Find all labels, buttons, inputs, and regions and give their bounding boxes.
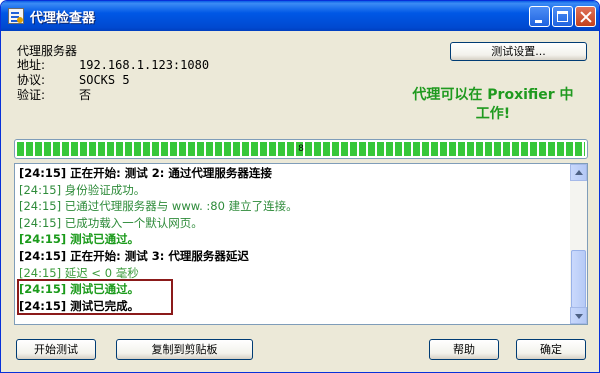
log-time: [24:15]: [19, 182, 62, 197]
log-line: [24:15] 已通过代理服务器与 www. :80 建立了连接。: [19, 198, 569, 215]
log-time: [24:15]: [19, 199, 62, 214]
address-label: 地址:: [17, 58, 46, 72]
start-test-button[interactable]: 开始测试: [16, 339, 96, 360]
log-time: [24:15]: [19, 265, 62, 280]
ok-button[interactable]: 确定: [516, 339, 586, 360]
log-message: 延迟 < 0 毫秒: [61, 265, 139, 280]
log-line: [24:15] 正在开始: 测试 3: 代理服务器延迟: [19, 248, 569, 265]
log-time: [24:15]: [19, 215, 62, 230]
test-settings-button[interactable]: 测试设置...: [450, 42, 587, 61]
log-message: 正在开始: 测试 3: 代理服务器延迟: [66, 248, 249, 263]
address-value: 192.168.1.123:1080: [79, 58, 210, 72]
result-message: 代理可以在 Proxifier 中 工作!: [393, 86, 593, 124]
log-panel[interactable]: [24:15] 正在开始: 测试 2: 通过代理服务器连接 [24:15] 身份验…: [14, 163, 588, 325]
log-scrollbar[interactable]: [570, 164, 587, 324]
copy-to-clipboard-button[interactable]: 复制到剪贴板: [116, 339, 253, 360]
protocol-row: 协议: SOCKS 5: [17, 72, 130, 88]
result-line-2: 工作!: [475, 106, 511, 122]
auth-value: 否: [79, 88, 92, 102]
minimize-icon: [530, 7, 549, 26]
log-message: 测试已通过。: [66, 232, 140, 247]
result-line-1: 代理可以在 Proxifier 中: [412, 87, 574, 103]
close-icon: [576, 7, 595, 26]
log-line: [24:15] 身份验证成功。: [19, 182, 569, 199]
protocol-label: 协议:: [17, 73, 46, 87]
log-message: 身份验证成功。: [61, 182, 146, 197]
log-time: [24:15]: [19, 248, 67, 263]
address-row: 地址: 192.168.1.123:1080: [17, 57, 209, 73]
progress-label: 8: [298, 144, 304, 154]
log-time: [24:15]: [19, 232, 67, 247]
highlight-box: [17, 279, 173, 315]
log-message: 正在开始: 测试 2: 通过代理服务器连接: [66, 166, 272, 180]
maximize-icon: [553, 7, 572, 26]
auth-row: 验证: 否: [17, 87, 91, 103]
protocol-value: SOCKS 5: [79, 73, 130, 87]
title-bar[interactable]: 代理检查器: [1, 1, 599, 31]
log-line: [24:15] 正在开始: 测试 2: 通过代理服务器连接: [19, 165, 569, 182]
log-time: [24:15]: [19, 166, 67, 180]
proxy-checker-window: 代理检查器 代理服务器 地址: 192.168.1.123:1080 协议: SOC…: [0, 0, 600, 373]
log-line: [24:15] 已成功载入一个默认网页。: [19, 215, 569, 232]
help-button[interactable]: 帮助: [429, 339, 499, 360]
maximize-button[interactable]: [552, 6, 573, 27]
log-message: 已通过代理服务器与 www. :80 建立了连接。: [61, 199, 298, 214]
progress-bar: 8: [14, 139, 588, 159]
auth-label: 验证:: [17, 88, 46, 102]
close-button[interactable]: [575, 6, 596, 27]
log-line: [24:15] 测试已通过。: [19, 231, 569, 248]
window-title: 代理检查器: [30, 11, 96, 26]
app-icon: [8, 8, 24, 24]
scroll-down-button[interactable]: [570, 307, 587, 324]
scroll-up-button[interactable]: [570, 164, 587, 181]
log-message: 已成功载入一个默认网页。: [61, 215, 203, 230]
scroll-thumb[interactable]: [571, 250, 586, 308]
minimize-button[interactable]: [529, 6, 550, 27]
